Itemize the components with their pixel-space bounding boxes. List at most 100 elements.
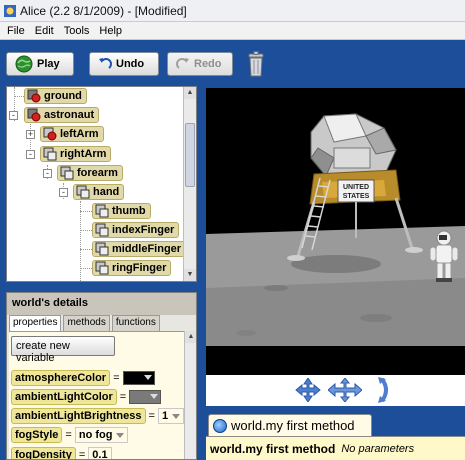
- value-text: 1: [161, 410, 169, 422]
- menu-help[interactable]: Help: [94, 25, 127, 37]
- object-icon: [27, 89, 41, 103]
- alice-app-icon: [4, 4, 16, 17]
- window-title: Alice (2.2 8/1/2009) - [Modified]: [20, 3, 187, 18]
- play-label: Play: [37, 58, 60, 70]
- collapse-astronaut-expander[interactable]: -: [9, 111, 18, 120]
- dropdown-arrow-icon: [172, 413, 181, 419]
- undo-button[interactable]: Undo: [89, 52, 159, 76]
- tab-functions[interactable]: functions: [111, 315, 160, 331]
- tree-item-ringfinger[interactable]: ringFinger: [92, 260, 172, 276]
- undo-label: Undo: [116, 58, 145, 70]
- value-dropdown[interactable]: no fog: [74, 427, 129, 443]
- value-text: 0.1: [92, 449, 108, 460]
- create-new-variable-button[interactable]: create new variable: [11, 336, 115, 364]
- value-dropdown[interactable]: 1: [157, 408, 185, 424]
- tree-item-label: middleFinger: [112, 243, 182, 255]
- moon-scene: UNITED STATES: [206, 88, 465, 375]
- tab-methods[interactable]: methods: [63, 315, 110, 331]
- no-parameters-label: No parameters: [341, 442, 415, 455]
- property-row: ambientLightBrightness = 1: [11, 407, 185, 425]
- value-text: no fog: [78, 429, 113, 441]
- tree-item-label: thumb: [112, 205, 146, 217]
- part-icon: [76, 185, 90, 199]
- object-chip[interactable]: rightArm: [40, 146, 112, 162]
- tree-item-rightarm[interactable]: rightArm: [40, 146, 112, 162]
- property-row: fogDensity = 0.1: [11, 446, 112, 460]
- object-chip[interactable]: forearm: [57, 165, 123, 181]
- color-value-dropdown[interactable]: [122, 371, 155, 385]
- tree-scrollbar[interactable]: ▲ ▼: [183, 87, 196, 281]
- menu-file[interactable]: File: [2, 25, 30, 37]
- menu-edit[interactable]: Edit: [30, 25, 59, 37]
- details-scrollbar[interactable]: ▲: [184, 331, 196, 459]
- tree-item-hand[interactable]: hand: [73, 184, 125, 200]
- property-name[interactable]: fogStyle: [11, 427, 63, 443]
- property-name[interactable]: ambientLightBrightness: [11, 408, 146, 424]
- tab-properties[interactable]: properties: [9, 315, 62, 331]
- scroll-up-arrow-icon[interactable]: ▲: [184, 87, 196, 99]
- object-chip[interactable]: thumb: [92, 203, 151, 219]
- object-chip[interactable]: astronaut: [24, 107, 100, 123]
- camera-controls: [206, 375, 465, 406]
- redo-button[interactable]: Redo: [167, 52, 233, 76]
- equals-sign: =: [148, 410, 155, 422]
- undo-arrow-icon: [98, 57, 112, 71]
- play-button[interactable]: Play: [6, 52, 74, 76]
- part-icon: [95, 204, 109, 218]
- scroll-down-arrow-icon[interactable]: ▼: [184, 269, 196, 281]
- method-editor[interactable]: world.my first method No parameters: [206, 436, 465, 460]
- trash-can-icon[interactable]: [247, 51, 265, 77]
- details-tabs: properties methods functions: [9, 315, 162, 331]
- tree-item-middlefinger[interactable]: middleFinger: [92, 241, 187, 257]
- object-chip[interactable]: indexFinger: [92, 222, 180, 238]
- world-viewport[interactable]: UNITED STATES: [206, 88, 465, 375]
- tree-item-label: indexFinger: [112, 224, 175, 236]
- part-icon: [95, 261, 109, 275]
- expand-leftarm-expander[interactable]: +: [26, 130, 35, 139]
- tab-world-my-first-method[interactable]: world.my first method: [208, 414, 372, 436]
- world-globe-icon: [213, 418, 227, 433]
- tree-item-indexfinger[interactable]: indexFinger: [92, 222, 180, 238]
- object-chip[interactable]: leftArm: [40, 126, 104, 142]
- part-icon: [43, 127, 57, 141]
- tilt-camera-arrows-icon[interactable]: [376, 377, 392, 403]
- object-chip[interactable]: ringFinger: [92, 260, 172, 276]
- equals-sign: =: [113, 372, 120, 384]
- part-icon: [43, 147, 57, 161]
- properties-list: create new variable atmosphereColor = am…: [9, 331, 185, 460]
- move-camera-arrows-icon[interactable]: [292, 378, 324, 402]
- object-chip[interactable]: middleFinger: [92, 241, 187, 257]
- object-chip[interactable]: ground: [24, 88, 87, 104]
- panel-splitter[interactable]: [197, 86, 205, 460]
- pan-camera-arrows-icon[interactable]: [328, 378, 362, 402]
- property-name[interactable]: atmosphereColor: [11, 370, 111, 386]
- menu-tools[interactable]: Tools: [59, 25, 95, 37]
- redo-label: Redo: [194, 58, 222, 70]
- value-dropdown[interactable]: 0.1: [88, 447, 112, 460]
- collapse-forearm-expander[interactable]: -: [43, 169, 52, 178]
- play-globe-icon: [15, 55, 33, 73]
- tree-item-leftarm[interactable]: leftArm: [40, 126, 104, 142]
- details-title: world's details: [7, 293, 196, 315]
- flag-text-line1: UNITED: [343, 184, 369, 191]
- scrollbar-thumb[interactable]: [185, 123, 195, 187]
- tree-item-forearm[interactable]: forearm: [57, 165, 123, 181]
- tree-item-label: ringFinger: [112, 262, 167, 274]
- dropdown-arrow-icon: [150, 394, 159, 399]
- property-name[interactable]: ambientLightColor: [11, 389, 117, 405]
- part-icon: [60, 166, 74, 180]
- tree-item-astronaut[interactable]: astronaut: [24, 107, 100, 123]
- property-row: atmosphereColor =: [11, 369, 155, 387]
- collapse-hand-expander[interactable]: -: [59, 188, 68, 197]
- property-row: ambientLightColor =: [11, 388, 162, 406]
- scroll-up-arrow-icon[interactable]: ▲: [185, 331, 196, 343]
- object-chip[interactable]: hand: [73, 184, 125, 200]
- collapse-rightarm-expander[interactable]: -: [26, 150, 35, 159]
- property-name[interactable]: fogDensity: [11, 447, 76, 459]
- color-value-dropdown[interactable]: [129, 390, 162, 404]
- tree-item-label: leftArm: [60, 128, 99, 140]
- tree-item-ground[interactable]: ground: [24, 88, 87, 104]
- object-tree: ground - astronaut + leftArm - rightArm …: [6, 86, 197, 282]
- equals-sign: =: [65, 429, 72, 441]
- tree-item-thumb[interactable]: thumb: [92, 203, 151, 219]
